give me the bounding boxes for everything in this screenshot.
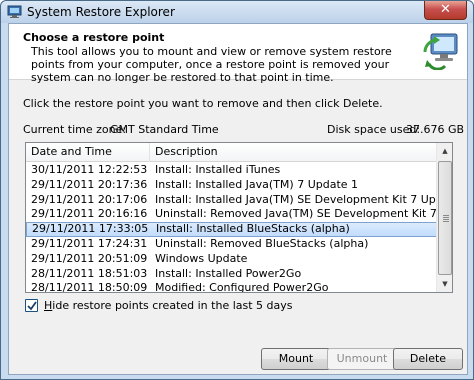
table-row[interactable]: 29/11/2011 20:16:16 Uninstall: Removed Ja… — [26, 207, 452, 222]
column-header-date[interactable]: Date and Time — [26, 143, 150, 162]
header-band: Choose a restore point This tool allows … — [9, 24, 467, 84]
row-date: 29/11/2011 20:17:36 — [31, 177, 148, 191]
monitor-restore-icon — [423, 33, 458, 70]
row-description: Install: Installed Power2Go — [155, 266, 302, 280]
row-date: 30/11/2011 12:22:53 — [31, 163, 148, 176]
title-bar[interactable]: System Restore Explorer ✕ — [1, 1, 473, 23]
table-row[interactable]: 29/11/2011 20:17:06 Install: Installed Ja… — [26, 192, 452, 208]
scrollbar-thumb[interactable] — [438, 161, 452, 275]
table-row[interactable]: 29/11/2011 20:17:36 Install: Installed Ja… — [26, 178, 437, 193]
hide-recent-label[interactable]: Hide restore points created in the last … — [44, 299, 293, 312]
row-date: 29/11/2011 17:33:05 — [32, 222, 149, 236]
mount-button[interactable]: Mount — [261, 348, 331, 370]
row-description: Uninstall: Removed BlueStacks (alpha) — [155, 236, 369, 250]
disk-space-value: 37.676 GB — [406, 123, 465, 136]
row-description: Install: Installed BlueStacks (alpha) — [156, 222, 350, 236]
delete-button[interactable]: Delete — [393, 348, 463, 370]
row-description: Install: Installed Java(TM) 7 Update 1 — [155, 177, 359, 191]
row-date: 29/11/2011 20:17:06 — [31, 192, 148, 206]
hide-recent-label-text: ide restore points created in the last 5… — [52, 299, 293, 312]
table-row[interactable]: 29/11/2011 17:33:05 Install: Installed Bl… — [26, 222, 437, 237]
system-restore-icon — [7, 5, 22, 18]
table-row[interactable]: 28/11/2011 18:51:03 Install: Installed Po… — [26, 267, 437, 282]
scroll-up-arrow-icon[interactable]: ▲ — [437, 143, 452, 159]
window-title: System Restore Explorer — [27, 5, 175, 19]
grip-icon — [443, 215, 449, 222]
hide-recent-checkbox[interactable] — [25, 299, 38, 312]
row-date: 29/11/2011 20:16:16 — [31, 207, 148, 221]
row-description: Uninstall: Removed Java(TM) SE Developme… — [155, 207, 452, 221]
unmount-button[interactable]: Unmount — [327, 348, 397, 370]
row-date: 29/11/2011 20:51:09 — [31, 251, 148, 265]
instruction-text: Click the restore point you want to remo… — [23, 97, 383, 110]
list-header: Date and Time Description — [26, 143, 437, 162]
scroll-down-arrow-icon[interactable]: ▼ — [437, 276, 452, 292]
table-row[interactable]: 29/11/2011 20:51:09 Windows Update — [26, 252, 437, 267]
column-header-description[interactable]: Description — [150, 143, 437, 162]
row-date: 29/11/2011 17:24:31 — [31, 236, 148, 250]
row-date: 28/11/2011 18:51:03 — [31, 266, 148, 280]
timezone-value: GMT Standard Time — [110, 123, 219, 136]
table-row[interactable]: 30/11/2011 12:22:53 Install: Installed iT… — [26, 163, 437, 178]
row-description: Modified: Configured Power2Go — [155, 281, 329, 293]
dialog-client-area: Choose a restore point This tool allows … — [8, 23, 468, 375]
row-description: Windows Update — [155, 251, 248, 265]
list-rows: 30/11/2011 12:22:53 Install: Installed iT… — [26, 163, 452, 293]
restore-points-list[interactable]: Date and Time Description 30/11/2011 12:… — [25, 142, 453, 293]
close-button[interactable]: ✕ — [424, 1, 467, 20]
table-row[interactable]: 29/11/2011 17:24:31 Uninstall: Removed Bl… — [26, 237, 437, 252]
row-description: Install: Installed Java(TM) SE Developme… — [155, 192, 453, 206]
app-window: System Restore Explorer ✕ Choose a resto… — [0, 0, 474, 380]
row-date: 28/11/2011 18:50:09 — [31, 281, 148, 293]
vertical-scrollbar[interactable]: ▲ ▼ — [436, 143, 452, 292]
checkmark-icon — [27, 301, 37, 311]
row-description: Install: Installed iTunes — [155, 163, 281, 176]
page-title: Choose a restore point — [23, 31, 165, 44]
header-description: This tool allows you to mount and view o… — [31, 45, 392, 84]
table-row[interactable]: 28/11/2011 18:50:09 Modified: Configured … — [26, 281, 437, 293]
